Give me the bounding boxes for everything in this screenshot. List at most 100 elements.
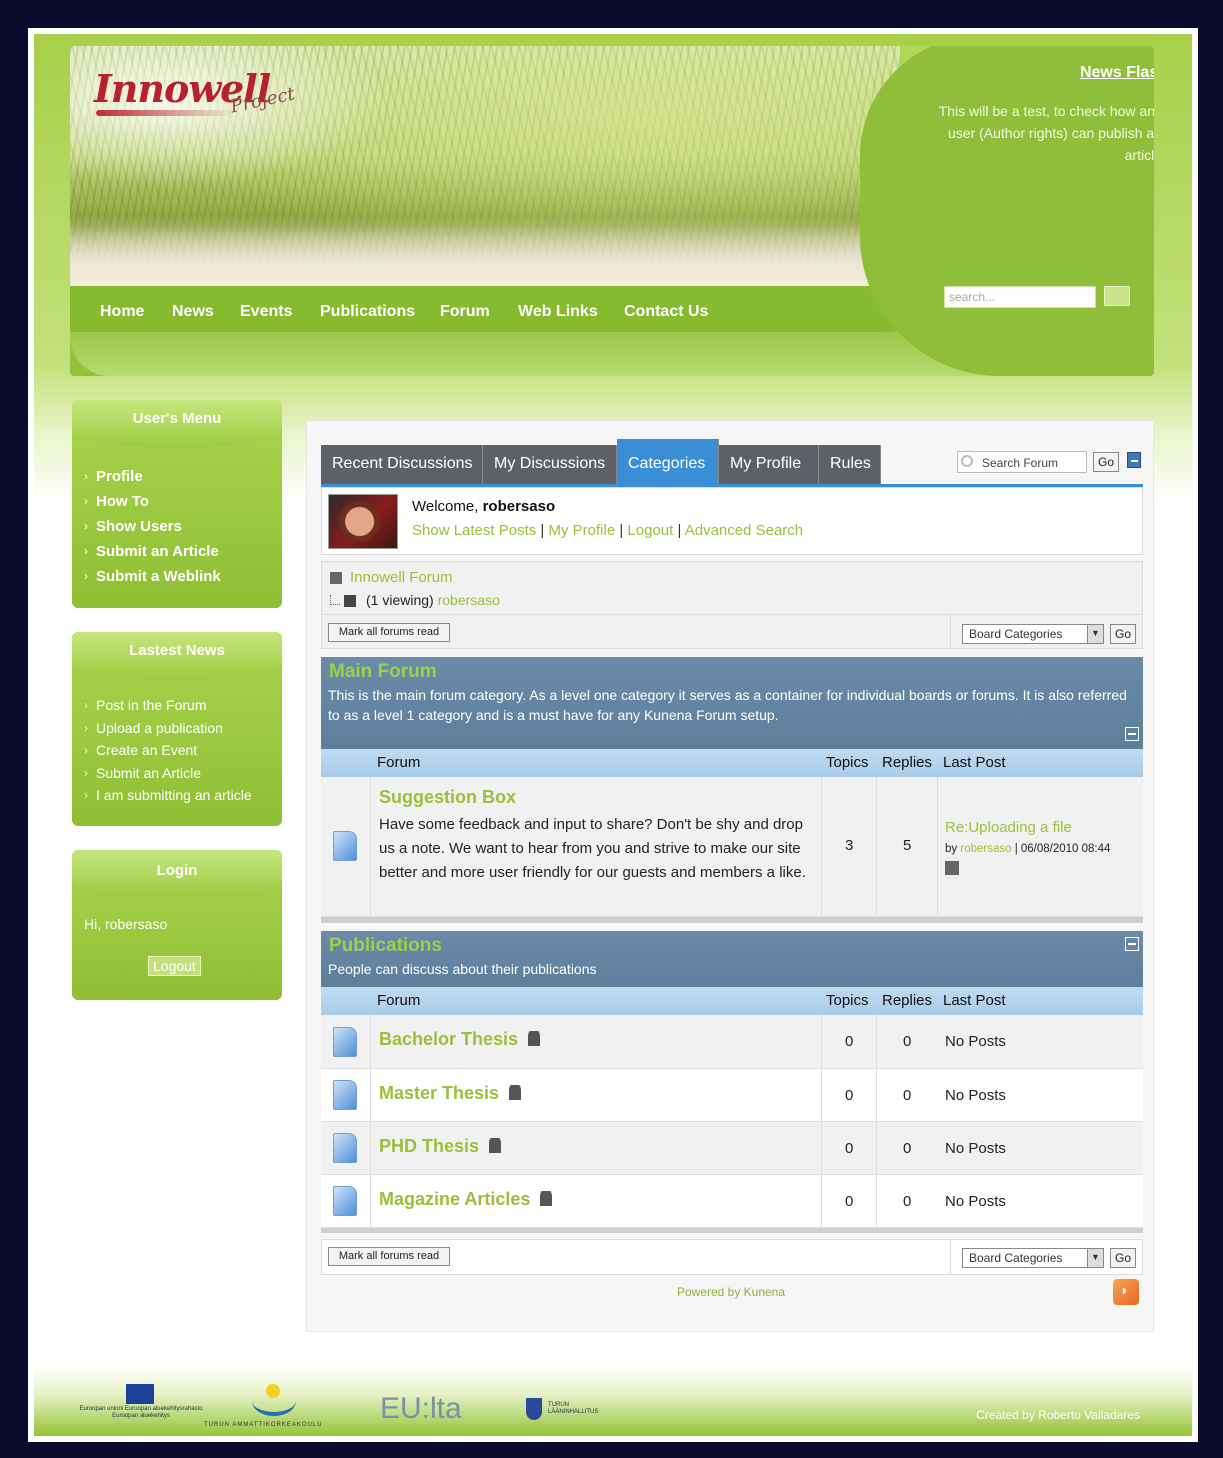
board-categories-select[interactable]: Board Categories ▼ xyxy=(962,1248,1104,1268)
topics-count: 0 xyxy=(845,1087,854,1104)
user-icon xyxy=(528,1031,541,1046)
users-menu-box: User's Menu Profile How To Show Users Su… xyxy=(72,400,282,608)
document-icon xyxy=(333,831,357,861)
collapse-icon[interactable] xyxy=(1125,937,1139,951)
viewing-user-link[interactable]: robersaso xyxy=(438,592,500,608)
page-footer: Euroopan unioni Euroopan aluekehitysraha… xyxy=(34,1384,1192,1436)
replies-count: 0 xyxy=(903,1140,912,1157)
news-flash-text: This will be a test, to check how any us… xyxy=(938,103,1154,163)
turku-caption: TURUN AMMATTIKORKEAKOULU xyxy=(204,1422,323,1428)
news-item[interactable]: I am submitting an article xyxy=(84,784,252,807)
nav-events[interactable]: Events xyxy=(240,303,292,321)
news-flash-title[interactable]: News Flash xyxy=(1080,64,1154,82)
table-row: Magazine Articles 0 0 No Posts xyxy=(321,1175,1143,1228)
welcome-text: Welcome, robersaso xyxy=(412,498,556,515)
powered-by-link[interactable]: Powered by Kunena xyxy=(307,1285,1155,1299)
show-latest-posts-link[interactable]: Show Latest Posts xyxy=(412,522,536,539)
menu-item-submit-weblink[interactable]: Submit a Weblink xyxy=(84,564,221,589)
logout-button[interactable]: Logout xyxy=(148,956,201,976)
board-go-button[interactable]: Go xyxy=(1110,624,1136,644)
menu-item-profile[interactable]: Profile xyxy=(84,464,221,489)
forum-title[interactable]: Suggestion Box xyxy=(379,787,516,808)
forum-title[interactable]: PHD Thesis xyxy=(379,1136,502,1157)
category-description: This is the main forum category. As a le… xyxy=(328,687,1127,723)
nav-home[interactable]: Home xyxy=(100,303,144,321)
menu-item-submit-article[interactable]: Submit an Article xyxy=(84,539,221,564)
news-item[interactable]: Post in the Forum xyxy=(84,694,252,717)
replies-count: 0 xyxy=(903,1033,912,1050)
news-flash-panel: News Flash This will be a test, to check… xyxy=(860,46,1154,376)
users-menu-list: Profile How To Show Users Submit an Arti… xyxy=(84,464,221,589)
tab-my-discussions[interactable]: My Discussions xyxy=(483,445,617,485)
board-go-button[interactable]: Go xyxy=(1110,1248,1136,1268)
welcome-username: robersaso xyxy=(482,498,556,515)
crest-icon xyxy=(526,1398,542,1420)
topics-count: 0 xyxy=(845,1140,854,1157)
table-row: Suggestion Box Have some feedback and in… xyxy=(321,777,1143,917)
last-post-meta: by robersaso | 06/08/2010 08:44 xyxy=(945,843,1111,855)
chevron-down-icon: ▼ xyxy=(1087,625,1103,643)
mark-all-read-button[interactable]: Mark all forums read xyxy=(328,623,450,642)
forum-title[interactable]: Master Thesis xyxy=(379,1083,522,1104)
eu-caption: Euroopan unioni Euroopan aluekehitysraha… xyxy=(79,1406,203,1419)
category-description: People can discuss about their publicati… xyxy=(328,961,597,977)
forum-description: Have some feedback and input to share? D… xyxy=(379,816,806,881)
menu-item-show-users[interactable]: Show Users xyxy=(84,514,221,539)
breadcrumb: Innowell Forum (1 viewing) robersaso Mar… xyxy=(321,561,1143,649)
tab-rules[interactable]: Rules xyxy=(819,445,881,485)
avatar[interactable] xyxy=(328,494,398,549)
forum-search-go-button[interactable]: Go xyxy=(1093,452,1119,472)
users-menu-title: User's Menu xyxy=(132,410,222,427)
last-post: No Posts xyxy=(945,1033,1006,1050)
browser-frame: Innowell Project News Flash This will be… xyxy=(28,28,1198,1442)
nav-publications[interactable]: Publications xyxy=(320,303,415,321)
login-box: Login Hi, robersaso Logout xyxy=(72,850,282,1000)
header: Innowell Project News Flash This will be… xyxy=(70,46,1154,376)
last-post: No Posts xyxy=(945,1087,1006,1104)
nav-web-links[interactable]: Web Links xyxy=(518,303,598,321)
collapse-icon[interactable] xyxy=(1127,452,1141,468)
last-post-link[interactable]: Re:Uploading a file xyxy=(945,819,1072,836)
login-title: Login xyxy=(156,862,198,879)
my-profile-link[interactable]: My Profile xyxy=(548,522,615,539)
board-categories-select[interactable]: Board Categories ▼ xyxy=(962,624,1104,644)
last-post-user-link[interactable]: robersaso xyxy=(960,843,1011,855)
news-item[interactable]: Submit an Article xyxy=(84,762,252,785)
nav-news[interactable]: News xyxy=(172,303,214,321)
table-header: Forum Topics Replies Last Post xyxy=(321,749,1143,777)
site-search-input[interactable]: search... xyxy=(944,286,1096,308)
viewing-status: (1 viewing) robersaso xyxy=(330,592,500,608)
news-item[interactable]: Create an Event xyxy=(84,739,252,762)
tab-my-profile[interactable]: My Profile xyxy=(719,445,819,485)
created-by: Created by Roberto Valladares xyxy=(976,1408,1140,1422)
forum-title[interactable]: Magazine Articles xyxy=(379,1189,553,1210)
tab-recent-discussions[interactable]: Recent Discussions xyxy=(321,445,483,485)
user-icon xyxy=(540,1191,553,1206)
category-title[interactable]: Publications xyxy=(329,935,442,957)
logout-link[interactable]: Logout xyxy=(627,522,673,539)
expand-icon xyxy=(344,595,356,608)
jump-icon[interactable] xyxy=(945,861,959,875)
breadcrumb-forum-link[interactable]: Innowell Forum xyxy=(350,569,453,586)
chevron-down-icon: ▼ xyxy=(1087,1249,1103,1267)
forum-title[interactable]: Bachelor Thesis xyxy=(379,1029,541,1050)
latest-news-list: Post in the Forum Upload a publication C… xyxy=(84,694,252,807)
nav-contact-us[interactable]: Contact Us xyxy=(624,303,708,321)
menu-item-how-to[interactable]: How To xyxy=(84,489,221,514)
category-title[interactable]: Main Forum xyxy=(329,661,437,683)
rss-icon[interactable] xyxy=(1113,1279,1139,1305)
forum-search-input[interactable]: Search Forum xyxy=(957,451,1087,473)
collapse-icon[interactable] xyxy=(1125,727,1139,741)
sun-icon xyxy=(266,1384,280,1398)
advanced-search-link[interactable]: Advanced Search xyxy=(685,522,803,539)
table-row: Master Thesis 0 0 No Posts xyxy=(321,1069,1143,1122)
mark-all-read-button[interactable]: Mark all forums read xyxy=(328,1247,450,1266)
user-icon xyxy=(509,1085,522,1100)
forum-panel: Recent Discussions My Discussions Catego… xyxy=(306,420,1154,1332)
eulta-logo: EU:lta xyxy=(380,1392,462,1425)
tab-categories[interactable]: Categories xyxy=(617,439,719,485)
nav-forum[interactable]: Forum xyxy=(440,303,490,321)
news-item[interactable]: Upload a publication xyxy=(84,717,252,740)
page: Innowell Project News Flash This will be… xyxy=(34,34,1192,1436)
site-search-button[interactable] xyxy=(1104,286,1130,306)
